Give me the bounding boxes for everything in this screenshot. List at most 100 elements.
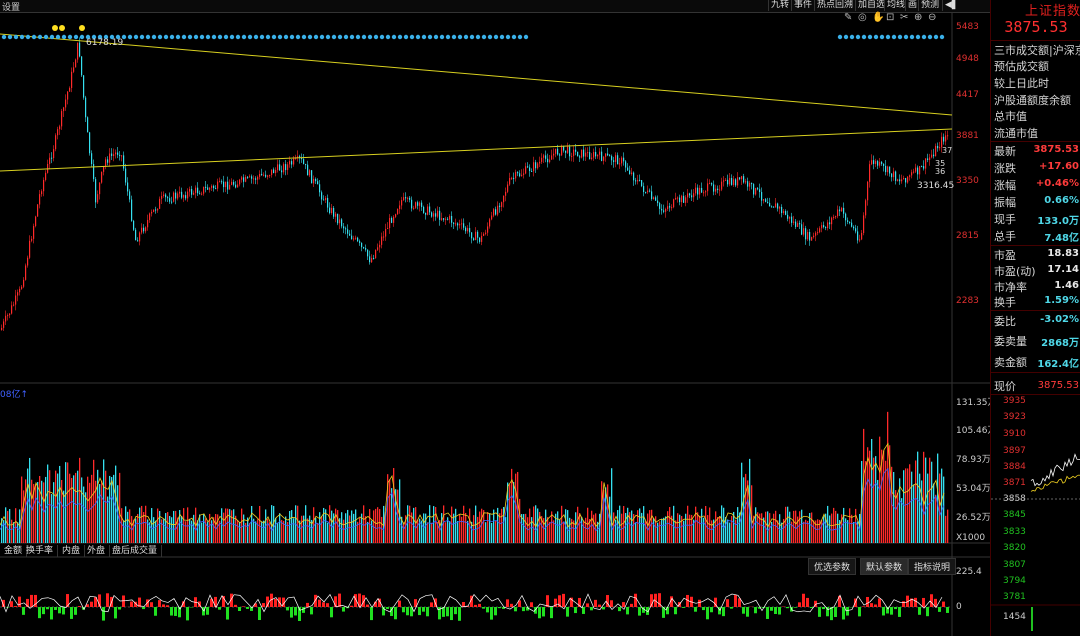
- volume-bar: [81, 477, 83, 543]
- signal-dot: [927, 34, 933, 40]
- candle-body: [927, 158, 929, 161]
- volume-bar: [291, 510, 293, 543]
- mini-axis-label: 3897: [1003, 446, 1026, 456]
- candle-body: [621, 157, 623, 164]
- signal-dot: [307, 34, 313, 40]
- hotspot-review-button[interactable]: 热点回溯: [814, 0, 855, 11]
- volume-bar: [433, 506, 435, 543]
- indicator-bar: [202, 607, 205, 616]
- volume-bar: [491, 522, 493, 543]
- signal-dot: [19, 34, 25, 40]
- pin-icon[interactable]: ◀▌: [942, 0, 961, 11]
- volume-bar: [659, 521, 661, 543]
- indicator-bar: [806, 597, 809, 607]
- signal-dot: [283, 34, 289, 40]
- indicator-bar: [638, 607, 641, 616]
- candle-body: [821, 225, 823, 229]
- indicator-help-button[interactable]: 指标说明: [908, 558, 957, 575]
- volume-bar: [643, 506, 645, 543]
- volume-bar: [67, 462, 69, 543]
- draw-button[interactable]: 画: [905, 0, 919, 11]
- candle-body: [87, 117, 89, 133]
- candle-body: [217, 181, 219, 189]
- info-row[interactable]: 流通市值: [994, 125, 1038, 141]
- zoom-out-icon[interactable]: ⊖: [928, 12, 936, 23]
- kline-chart-area[interactable]: [0, 0, 990, 636]
- tab-inner-volume[interactable]: 内盘: [58, 545, 86, 557]
- volume-bar: [229, 509, 231, 543]
- signal-dot: [391, 34, 397, 40]
- candle-body: [393, 216, 395, 223]
- tab-after-hours-volume[interactable]: 盘后成交量: [108, 545, 163, 557]
- jiuzhuan-button[interactable]: 九转: [768, 0, 791, 11]
- indicator-bar: [694, 607, 697, 612]
- candle-body: [437, 210, 439, 217]
- volume-bar: [663, 517, 665, 543]
- candle-body: [771, 206, 773, 208]
- candle-body: [51, 157, 53, 159]
- volume-bar: [669, 507, 671, 543]
- candle-body: [389, 217, 391, 229]
- candle-body: [345, 228, 347, 230]
- events-button[interactable]: 事件: [791, 0, 814, 11]
- volume-bar: [621, 513, 623, 543]
- volume-bar: [17, 522, 19, 543]
- indicator-bar: [774, 607, 777, 614]
- moving-average-button[interactable]: 均线: [884, 0, 907, 11]
- hand-icon[interactable]: ✋: [872, 12, 884, 23]
- indicator-bar: [730, 607, 733, 609]
- info-row[interactable]: 沪股通额度余额: [994, 92, 1071, 108]
- candle-body: [917, 167, 919, 175]
- candle-body: [173, 192, 175, 202]
- info-row[interactable]: 总市值: [994, 108, 1027, 124]
- candle-body: [593, 151, 595, 158]
- indicator-bar: [406, 607, 409, 616]
- volume-bar: [909, 464, 911, 543]
- indicator-bar: [562, 593, 565, 607]
- info-row[interactable]: 预估成交额: [994, 58, 1049, 74]
- candle-body: [575, 149, 577, 152]
- indicator-bar: [10, 601, 13, 607]
- candle-body: [371, 258, 373, 263]
- candle-body: [489, 219, 491, 227]
- tab-turnover-rate[interactable]: 换手率: [22, 545, 59, 557]
- select-box-icon[interactable]: ⊡: [886, 12, 894, 23]
- candle-body: [721, 181, 723, 190]
- volume-bar: [87, 476, 89, 543]
- tab-outer-volume[interactable]: 外盘: [83, 545, 111, 557]
- settings-button[interactable]: 设置: [2, 0, 20, 13]
- candle-body: [519, 173, 521, 177]
- zoom-in-icon[interactable]: ⊕: [914, 12, 922, 23]
- scissors-icon[interactable]: ✂: [900, 12, 908, 23]
- volume-bar: [515, 473, 517, 543]
- candle-body: [603, 156, 605, 161]
- candle-body: [807, 232, 809, 240]
- candle-body: [45, 172, 47, 180]
- add-favorite-button[interactable]: 加自选: [855, 0, 887, 11]
- candle-body: [745, 181, 747, 183]
- volume-bar: [831, 513, 833, 543]
- default-params-button[interactable]: 默认参数: [860, 558, 909, 575]
- signal-dot: [879, 34, 885, 40]
- candle-body: [935, 145, 937, 157]
- signal-dot: [157, 34, 163, 40]
- info-row[interactable]: 较上日此时: [994, 75, 1049, 91]
- candle-body: [611, 156, 613, 161]
- volume-bar: [795, 510, 797, 543]
- volume-bar: [489, 513, 491, 543]
- candle-body: [855, 228, 857, 232]
- chart-canvas[interactable]: [0, 0, 990, 636]
- quote-label: 振幅: [994, 196, 1016, 209]
- candle-body: [545, 155, 547, 159]
- candle-body: [635, 180, 637, 182]
- forecast-button[interactable]: 预测: [918, 0, 941, 11]
- signal-dot: [205, 34, 211, 40]
- eye-icon[interactable]: ◎: [858, 12, 867, 23]
- info-row[interactable]: 三市成交额|沪深京: [994, 42, 1080, 58]
- indicator-bar: [150, 602, 153, 607]
- candle-body: [229, 184, 231, 190]
- optimized-params-button[interactable]: 优选参数: [808, 558, 857, 575]
- candle-body: [637, 179, 639, 182]
- indicator-bar: [158, 600, 161, 607]
- pencil-icon[interactable]: ✎: [844, 12, 852, 23]
